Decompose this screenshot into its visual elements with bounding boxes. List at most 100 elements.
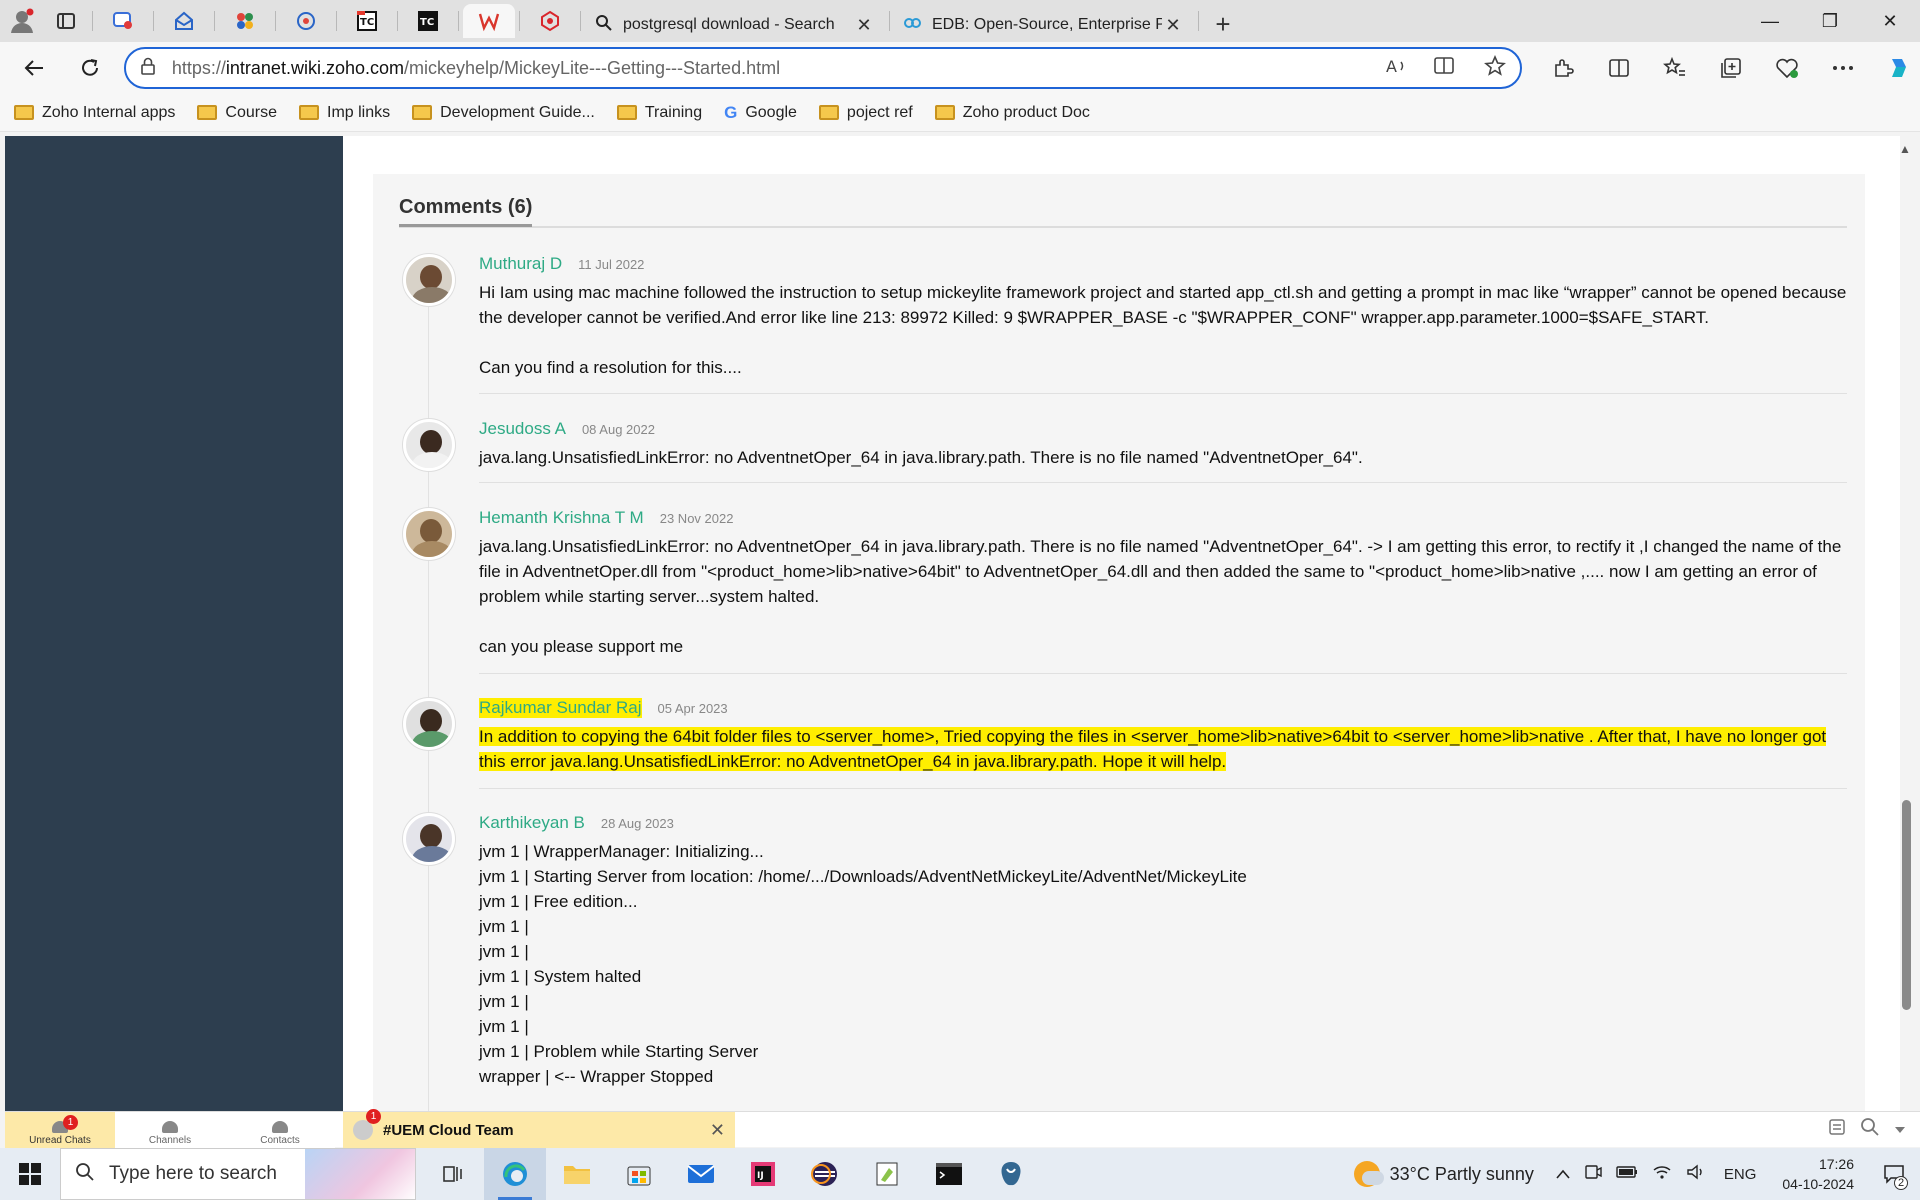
notification-center-icon[interactable]: 2 [1874,1164,1914,1190]
chat-tab-contacts[interactable]: Contacts [225,1112,335,1148]
comment-author[interactable]: Muthuraj D [479,254,562,274]
svg-text:TC: TC [420,17,434,28]
task-view-icon[interactable] [422,1148,484,1200]
comment-author[interactable]: Jesudoss A [479,419,566,439]
chat-tab-unread[interactable]: 1 Unread Chats [5,1112,115,1148]
bookmark-zoho-product-doc[interactable]: Zoho product Doc [934,104,1090,122]
tab-edb[interactable]: EDB: Open-Source, Enterprise Pos ✕ [894,8,1194,42]
pgadmin-icon[interactable] [980,1148,1042,1200]
tab-title: EDB: Open-Source, Enterprise Pos [932,16,1162,33]
new-tab-button[interactable]: + [1203,7,1243,41]
language-indicator[interactable]: ENG [1724,1166,1757,1183]
back-button[interactable] [12,48,56,88]
scroll-up-arrow-icon[interactable]: ▲ [1899,142,1911,156]
file-explorer-icon[interactable] [546,1148,608,1200]
chevron-up-icon[interactable] [1556,1164,1570,1184]
bookmark-google[interactable]: G Google [724,103,797,123]
close-icon[interactable]: ✕ [853,15,875,36]
volume-icon[interactable] [1686,1164,1706,1185]
intellij-icon[interactable]: IJ [732,1148,794,1200]
profile-icon[interactable] [4,6,40,36]
collections-icon[interactable] [1710,48,1752,88]
read-aloud-icon[interactable]: A [1386,56,1408,81]
scroll-thumb[interactable] [1902,800,1911,1010]
bookmark-zoho-internal-apps[interactable]: Zoho Internal apps [14,104,175,122]
tab-postgresql-search[interactable]: postgresql download - Search ✕ [585,8,885,42]
chat-unread-badge: 1 [366,1109,381,1124]
copilot-icon[interactable] [1878,48,1920,88]
pinned-tab-mail[interactable] [158,4,210,38]
favorites-icon[interactable] [1654,48,1696,88]
favorite-star-icon[interactable] [1484,54,1506,82]
open-chat-window[interactable]: 1 #UEM Cloud Team ✕ [343,1109,735,1148]
wifi-icon[interactable] [1652,1164,1672,1185]
refresh-button[interactable] [68,48,112,88]
folder-icon [616,105,637,120]
weather-widget[interactable]: 33°C Partly sunny [1353,1161,1534,1187]
comment-date: 05 Apr 2023 [657,701,728,716]
comments-panel: Comments (6) Muthuraj D 11 Jul 2022 Hi I… [373,174,1865,1111]
google-icon: G [724,102,738,122]
eclipse-icon[interactable] [794,1148,856,1200]
avatar[interactable] [403,419,455,471]
url-text[interactable]: https://intranet.wiki.zoho.com/mickeyhel… [172,58,780,79]
terminal-icon[interactable] [918,1148,980,1200]
wiki-content: Comments (6) Muthuraj D 11 Jul 2022 Hi I… [343,136,1900,1111]
edb-icon [904,16,922,35]
tab-actions-icon[interactable] [48,6,84,36]
minimize-button[interactable]: — [1740,0,1800,42]
pinned-tab-teamcity-2[interactable]: TC [402,4,454,38]
bookmark-development-guide[interactable]: Development Guide... [412,104,595,122]
close-icon[interactable]: ✕ [1162,15,1184,36]
notes-icon[interactable] [1828,1118,1846,1141]
bookmark-imp-links[interactable]: Imp links [299,104,390,122]
more-menu-icon[interactable] [1822,48,1864,88]
folder-icon [299,105,319,120]
start-button[interactable] [0,1148,60,1200]
browser-essentials-icon[interactable] [1766,48,1808,88]
comments-header: Comments (6) [399,196,1847,228]
bookmark-course[interactable]: Course [197,104,277,122]
folder-icon [934,105,955,120]
system-tray: 33°C Partly sunny ENG 17:26 04-10-2024 2 [1353,1148,1920,1200]
taskbar-search-box[interactable]: Type here to search [60,1148,416,1200]
chat-tab-channels[interactable]: Channels [115,1112,225,1148]
notepad-plus-icon[interactable] [856,1148,918,1200]
avatar[interactable] [403,508,455,560]
battery-icon[interactable] [1616,1164,1638,1184]
edge-taskbar-icon[interactable] [484,1148,546,1200]
bookmark-poject-ref[interactable]: poject ref [818,104,913,122]
mail-icon[interactable] [670,1148,732,1200]
search-icon [75,1162,95,1187]
lock-icon[interactable] [140,57,156,80]
restore-button[interactable]: ❐ [1800,0,1860,42]
comment-text: java.lang.UnsatisfiedLinkError: no Adven… [479,448,1363,467]
avatar[interactable] [403,813,455,865]
clock[interactable]: 17:26 04-10-2024 [1782,1154,1854,1194]
avatar[interactable] [403,698,455,750]
comment-author[interactable]: Karthikeyan B [479,813,585,833]
address-bar[interactable]: https://intranet.wiki.zoho.com/mickeyhel… [123,47,1522,89]
wiki-sidebar [5,136,343,1111]
microsoft-store-icon[interactable] [608,1148,670,1200]
search-icon[interactable] [1860,1117,1880,1142]
immersive-reader-icon[interactable] [1434,56,1458,81]
pinned-tab-wiki[interactable] [463,4,515,38]
pinned-tab-app[interactable] [219,4,271,38]
pinned-tab-teamcity-1[interactable]: TC [341,4,393,38]
chevron-down-icon[interactable] [1894,1121,1906,1139]
close-icon[interactable]: ✕ [710,1120,725,1141]
comment-author[interactable]: Rajkumar Sundar Raj [479,698,642,718]
close-window-button[interactable]: ✕ [1860,0,1920,42]
folder-icon [197,105,218,120]
pinned-tab-workdrive[interactable] [280,4,332,38]
bookmark-training[interactable]: Training [616,104,702,122]
avatar[interactable] [403,254,455,306]
extensions-icon[interactable] [1542,48,1584,88]
pinned-tab-cliq[interactable] [97,4,149,38]
comment-author[interactable]: Hemanth Krishna T M [479,508,644,528]
pinned-tab-redhat[interactable] [524,4,576,38]
split-screen-icon[interactable] [1598,48,1640,88]
meet-now-icon[interactable] [1584,1163,1602,1186]
search-icon [595,14,613,37]
